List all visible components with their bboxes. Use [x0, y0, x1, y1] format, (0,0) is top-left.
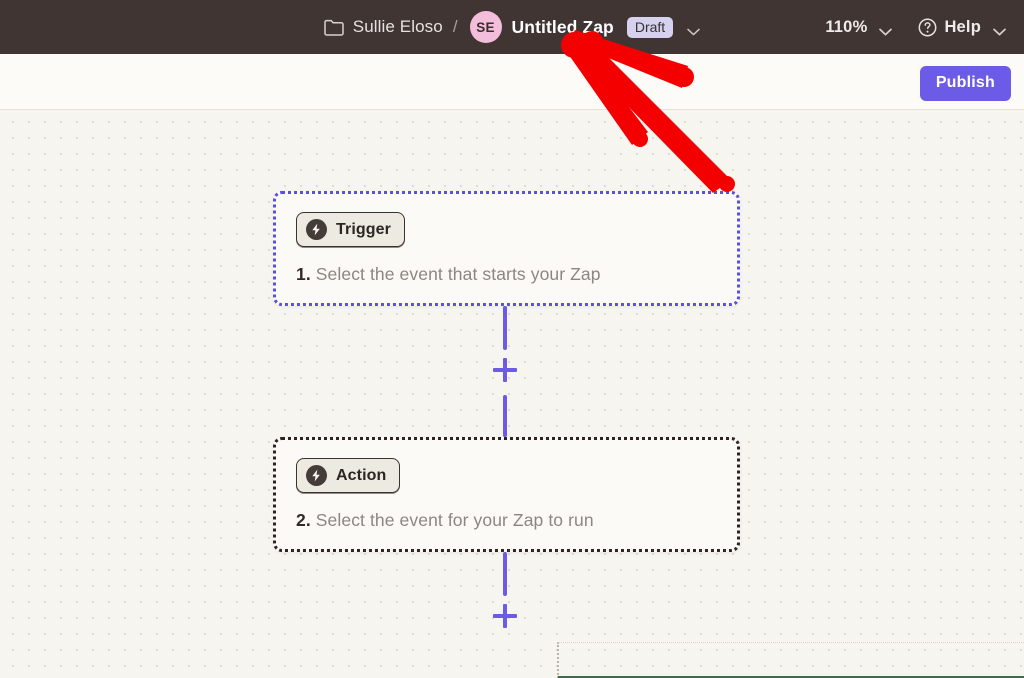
flow-canvas[interactable]: Trigger 1. Select the event that starts …	[0, 110, 1024, 678]
zoom-level-label: 110%	[825, 17, 868, 36]
chevron-down-icon	[993, 23, 1006, 36]
avatar[interactable]: SE	[469, 11, 502, 43]
connector-line-upper	[503, 306, 507, 350]
account-name[interactable]: Sullie Eloso	[353, 17, 443, 37]
flow-node-action[interactable]: Action 2. Select the event for your Zap …	[273, 437, 740, 552]
node-badge-label: Trigger	[336, 220, 391, 238]
add-step-button-2[interactable]	[493, 604, 517, 628]
node-type-badge: Action	[296, 458, 401, 493]
folder-icon	[324, 19, 344, 36]
step-description-text: Select the event for your Zap to run	[315, 510, 594, 530]
node-description: 2. Select the event for your Zap to run	[296, 510, 717, 531]
add-step-button-1[interactable]	[493, 358, 517, 382]
editor-toolbar: Publish	[0, 54, 1024, 110]
status-badge: Draft	[626, 16, 674, 38]
publish-button[interactable]: Publish	[919, 66, 1011, 101]
chevron-down-icon	[879, 23, 893, 36]
node-badge-label: Action	[336, 466, 387, 484]
breadcrumb-separator: /	[452, 17, 458, 36]
node-description: 1. Select the event that starts your Zap	[296, 264, 717, 285]
app-header: Sullie Eloso / SE Untitled Zap Draft 110…	[0, 0, 1024, 54]
help-menu[interactable]: Help	[918, 18, 1006, 37]
header-right-controls: 110% Help	[825, 0, 1006, 54]
chevron-down-icon[interactable]	[687, 23, 700, 36]
help-label: Help	[944, 17, 981, 36]
connector-line-lower	[503, 395, 507, 437]
question-circle-icon	[918, 18, 937, 37]
partial-bottom-panel	[557, 642, 1024, 678]
zap-editor-window: Sullie Eloso / SE Untitled Zap Draft 110…	[0, 0, 1024, 678]
zap-title[interactable]: Untitled Zap	[512, 17, 614, 38]
connector-line-upper	[503, 552, 507, 596]
zoom-control[interactable]: 110%	[825, 17, 893, 37]
step-number: 1.	[296, 264, 311, 284]
flow-node-trigger[interactable]: Trigger 1. Select the event that starts …	[273, 191, 740, 306]
node-type-badge: Trigger	[296, 212, 405, 247]
step-number: 2.	[296, 510, 311, 530]
step-description-text: Select the event that starts your Zap	[315, 264, 601, 284]
lightning-bolt-icon	[306, 465, 327, 486]
lightning-bolt-icon	[306, 219, 327, 240]
